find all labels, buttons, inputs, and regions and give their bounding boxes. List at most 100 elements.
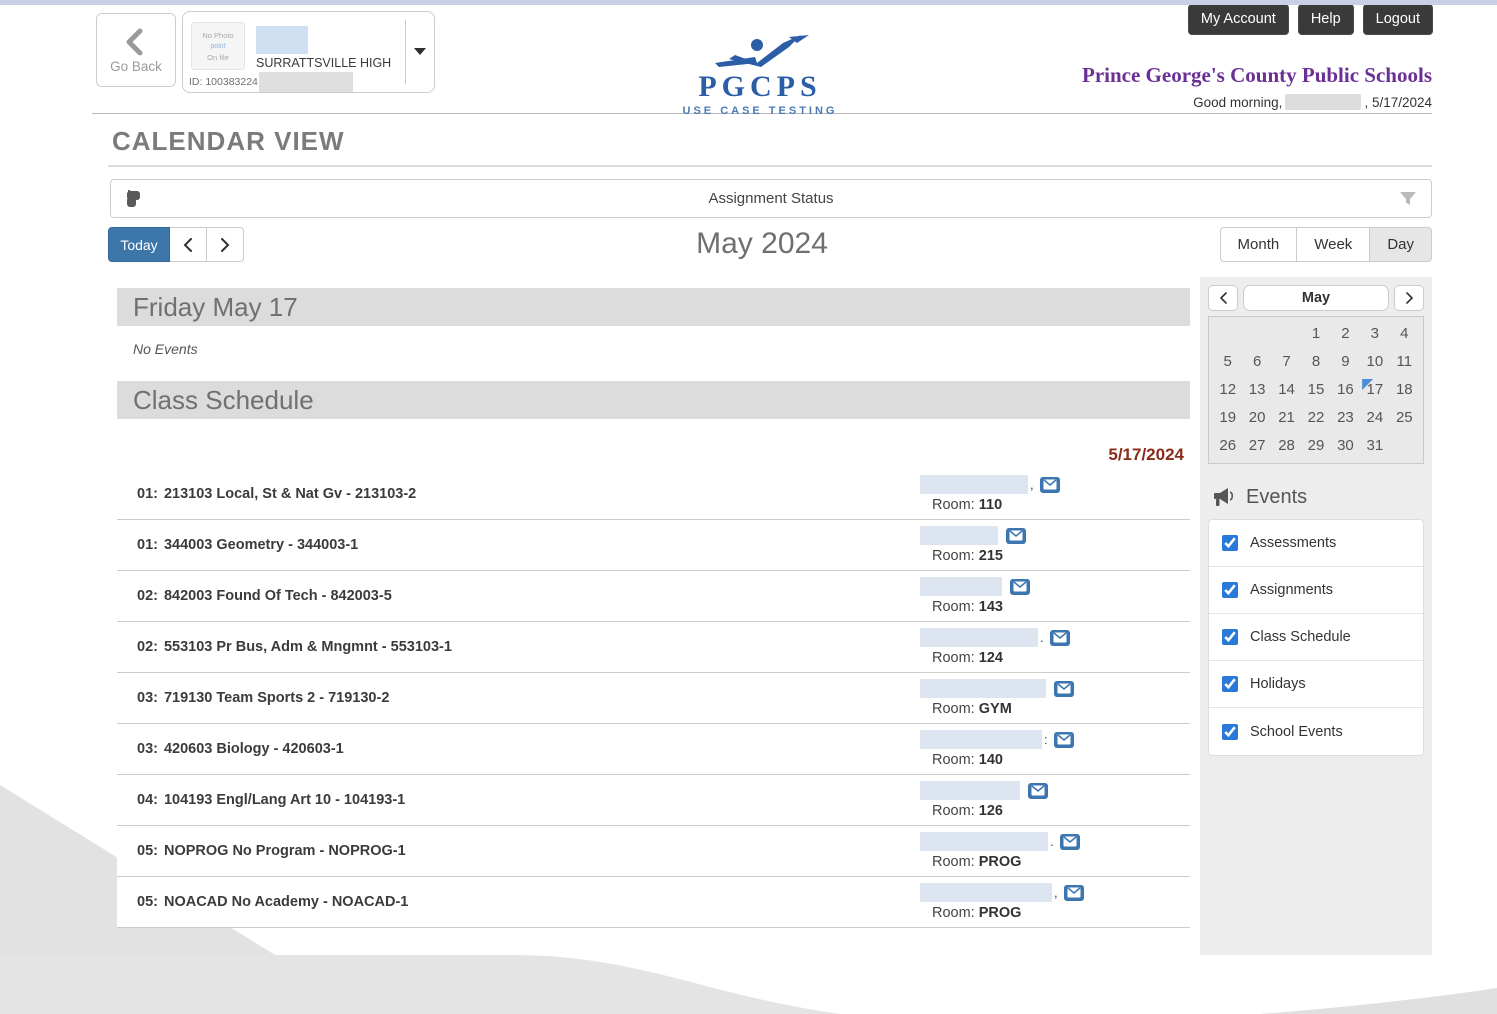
email-teacher-icon[interactable] [1050, 630, 1070, 646]
go-back-button[interactable]: Go Back [96, 13, 176, 87]
calendar-day[interactable]: 25 [1390, 409, 1419, 429]
calendar-day[interactable]: 1 [1301, 325, 1330, 345]
email-teacher-icon[interactable] [1040, 477, 1060, 493]
content-area: Friday May 17 No Events Class Schedule 5… [92, 277, 1432, 955]
filter-icon[interactable] [1399, 191, 1417, 211]
event-filter-row: Holidays [1209, 661, 1423, 708]
redacted-teacher-name [920, 832, 1048, 851]
mini-calendar-prev-button[interactable] [1208, 285, 1238, 311]
calendar-day[interactable]: 11 [1390, 353, 1419, 373]
calendar-day [1242, 325, 1271, 345]
email-teacher-icon[interactable] [1006, 528, 1026, 544]
calendar-day[interactable]: 5 [1213, 353, 1242, 373]
schedule-row: 05:NOPROG No Program - NOPROG-1 . Room: … [117, 826, 1190, 877]
calendar-day[interactable]: 8 [1301, 353, 1330, 373]
mini-calendar-next-button[interactable] [1394, 285, 1424, 311]
page-title: CALENDAR VIEW [112, 126, 1432, 157]
calendar-day[interactable]: 22 [1301, 409, 1330, 429]
room-value: GYM [979, 701, 1012, 717]
calendar-day[interactable]: 14 [1272, 381, 1301, 401]
calendar-day[interactable]: 30 [1331, 437, 1360, 457]
calendar-day[interactable]: 21 [1272, 409, 1301, 429]
calendar-day[interactable]: 6 [1242, 353, 1271, 373]
pgcps-logo: PGCPS USE CASE TESTING [648, 33, 872, 117]
calendar-day[interactable]: 27 [1242, 437, 1271, 457]
logo-acronym: PGCPS [648, 72, 872, 102]
events-header: Events [1212, 486, 1424, 509]
calendar-day[interactable]: 2 [1331, 325, 1360, 345]
course-title: NOPROG No Program - NOPROG-1 [164, 843, 406, 859]
mini-calendar-month-label: May [1243, 285, 1389, 311]
period-label: 03: [137, 690, 158, 706]
school-events-checkbox[interactable] [1222, 724, 1238, 740]
title-rule [108, 165, 1432, 167]
class-schedule-checkbox[interactable] [1222, 629, 1238, 645]
email-teacher-icon[interactable] [1054, 732, 1074, 748]
course-title: 719130 Team Sports 2 - 719130-2 [164, 690, 389, 706]
calendar-day[interactable]: 31 [1360, 437, 1389, 457]
calendar-day[interactable]: 4 [1390, 325, 1419, 345]
redacted-teacher-name [920, 883, 1052, 902]
assignment-scroll-icon [123, 188, 145, 215]
email-teacher-icon[interactable] [1060, 834, 1080, 850]
logout-button[interactable]: Logout [1363, 4, 1433, 35]
student-dropdown-caret-icon[interactable] [414, 48, 426, 55]
calendar-day[interactable]: 23 [1331, 409, 1360, 429]
calendar-day[interactable]: 12 [1213, 381, 1242, 401]
help-button[interactable]: Help [1298, 4, 1354, 35]
district-title: Prince George's County Public Schools [1082, 63, 1432, 88]
day-view-button[interactable]: Day [1370, 227, 1432, 262]
student-card: No Photo point On file SURRATTSVILLE HIG… [182, 11, 435, 93]
calendar-day[interactable]: 20 [1242, 409, 1271, 429]
room-value: PROG [979, 854, 1022, 870]
schedule-row: 02:842003 Found Of Tech - 842003-5 Room:… [117, 571, 1190, 622]
my-account-button[interactable]: My Account [1188, 4, 1289, 35]
day-schedule-column: Friday May 17 No Events Class Schedule 5… [117, 277, 1190, 928]
calendar-day[interactable]: 18 [1390, 381, 1419, 401]
calendar-day[interactable]: 13 [1242, 381, 1271, 401]
calendar-day[interactable]: 3 [1360, 325, 1389, 345]
calendar-day[interactable]: 9 [1331, 353, 1360, 373]
chevron-left-icon [1219, 292, 1228, 304]
calendar-day-selected[interactable]: 17 [1360, 381, 1389, 401]
assignments-checkbox[interactable] [1222, 582, 1238, 598]
room-value: 143 [979, 599, 1003, 615]
calendar-day[interactable]: 15 [1301, 381, 1330, 401]
calendar-day[interactable]: 16 [1331, 381, 1360, 401]
redacted-student-name [256, 26, 308, 54]
calendar-controls: Today May 2024 Month Week Day [92, 227, 1432, 263]
period-label: 05: [137, 843, 158, 859]
main-wrapper: CALENDAR VIEW Assignment Status Today [92, 113, 1432, 955]
email-teacher-icon[interactable] [1028, 783, 1048, 799]
course-title: 104193 Engl/Lang Art 10 - 104193-1 [164, 792, 405, 808]
room-value: 140 [979, 752, 1003, 768]
week-view-button[interactable]: Week [1297, 227, 1370, 262]
calendar-day[interactable]: 28 [1272, 437, 1301, 457]
school-name: SURRATTSVILLE HIGH [256, 56, 391, 70]
calendar-view-page: Go Back No Photo point On file SURRATTSV… [0, 0, 1497, 1014]
assessments-checkbox[interactable] [1222, 535, 1238, 551]
event-filter-label: Assessments [1250, 535, 1336, 551]
period-label: 02: [137, 588, 158, 604]
calendar-day[interactable]: 24 [1360, 409, 1389, 429]
email-teacher-icon[interactable] [1010, 579, 1030, 595]
email-teacher-icon[interactable] [1064, 885, 1084, 901]
calendar-day[interactable]: 7 [1272, 353, 1301, 373]
calendar-day[interactable]: 10 [1360, 353, 1389, 373]
redacted-teacher-name [920, 679, 1046, 698]
calendar-day [1272, 325, 1301, 345]
pgcps-logo-mark-icon [705, 33, 815, 67]
calendar-day[interactable]: 26 [1213, 437, 1242, 457]
event-filter-label: School Events [1250, 724, 1343, 740]
event-filter-label: Class Schedule [1250, 629, 1351, 645]
event-filter-row: Class Schedule [1209, 614, 1423, 661]
event-filter-row: Assessments [1209, 520, 1423, 567]
assignment-status-bar[interactable]: Assignment Status [110, 179, 1432, 218]
holidays-checkbox[interactable] [1222, 676, 1238, 692]
calendar-day[interactable]: 29 [1301, 437, 1330, 457]
email-teacher-icon[interactable] [1054, 681, 1074, 697]
month-view-button[interactable]: Month [1220, 227, 1298, 262]
period-label: 01: [137, 486, 158, 502]
calendar-day[interactable]: 19 [1213, 409, 1242, 429]
header-nav: My Account Help Logout [1188, 4, 1433, 35]
